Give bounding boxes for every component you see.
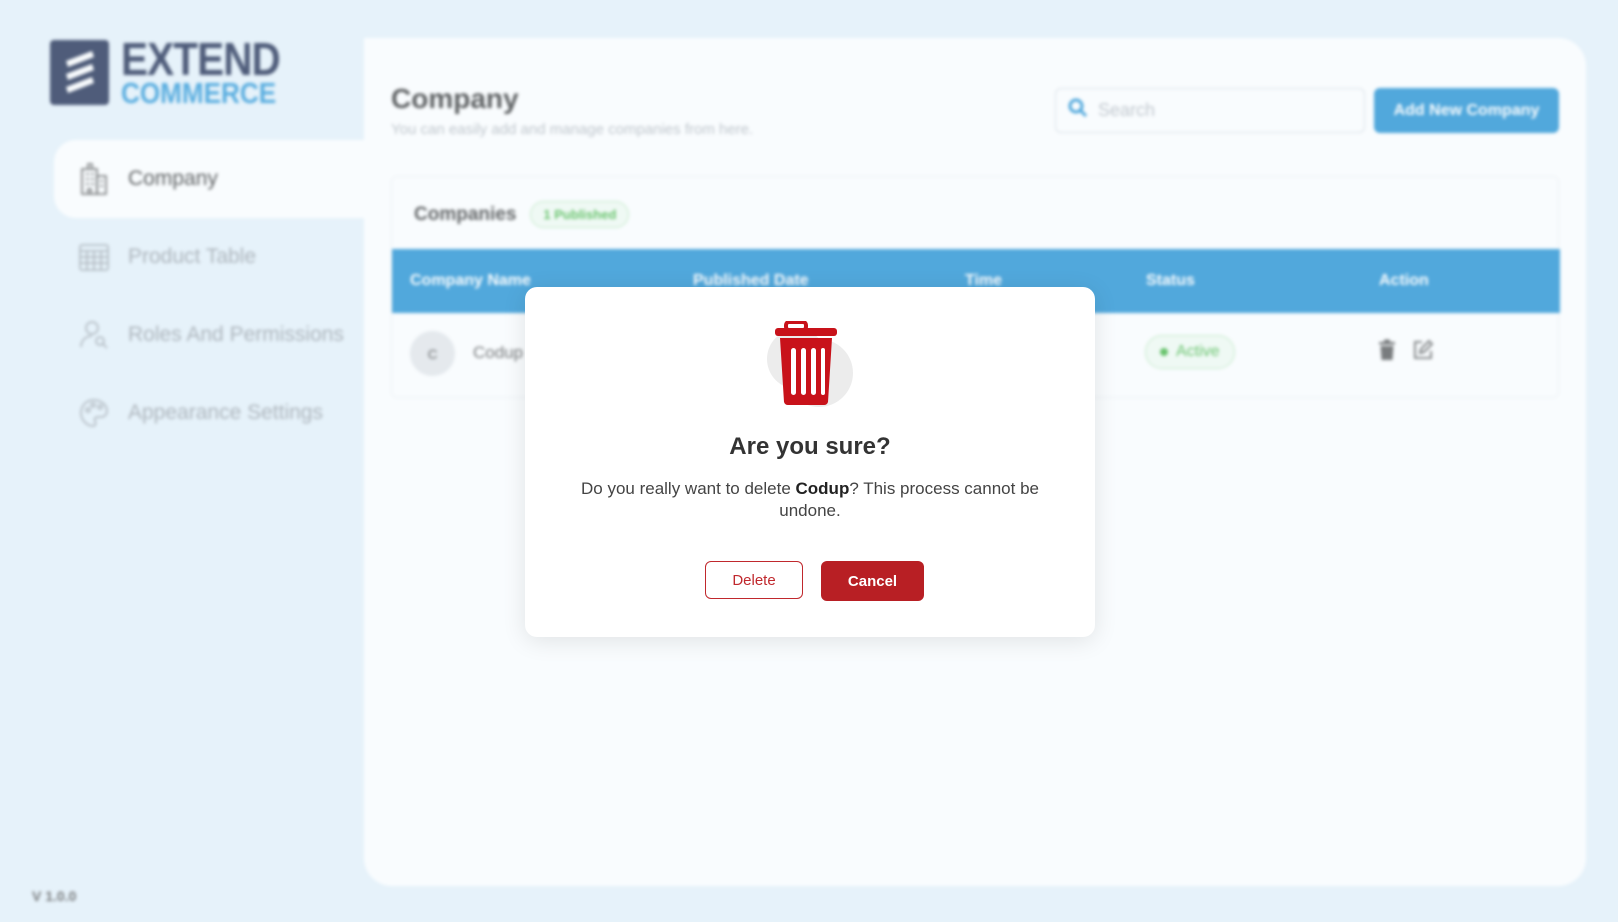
cancel-button[interactable]: Cancel (821, 561, 924, 601)
dialog-message: Do you really want to delete Codup? This… (575, 478, 1045, 522)
dialog-message-company: Codup (795, 479, 850, 498)
trash-icon (761, 320, 861, 411)
dialog-message-before: Do you really want to delete (581, 479, 796, 498)
delete-confirmation-dialog: Are you sure? Do you really want to dele… (525, 287, 1095, 637)
dialog-title: Are you sure? (729, 433, 891, 460)
confirm-delete-button[interactable]: Delete (705, 561, 803, 599)
